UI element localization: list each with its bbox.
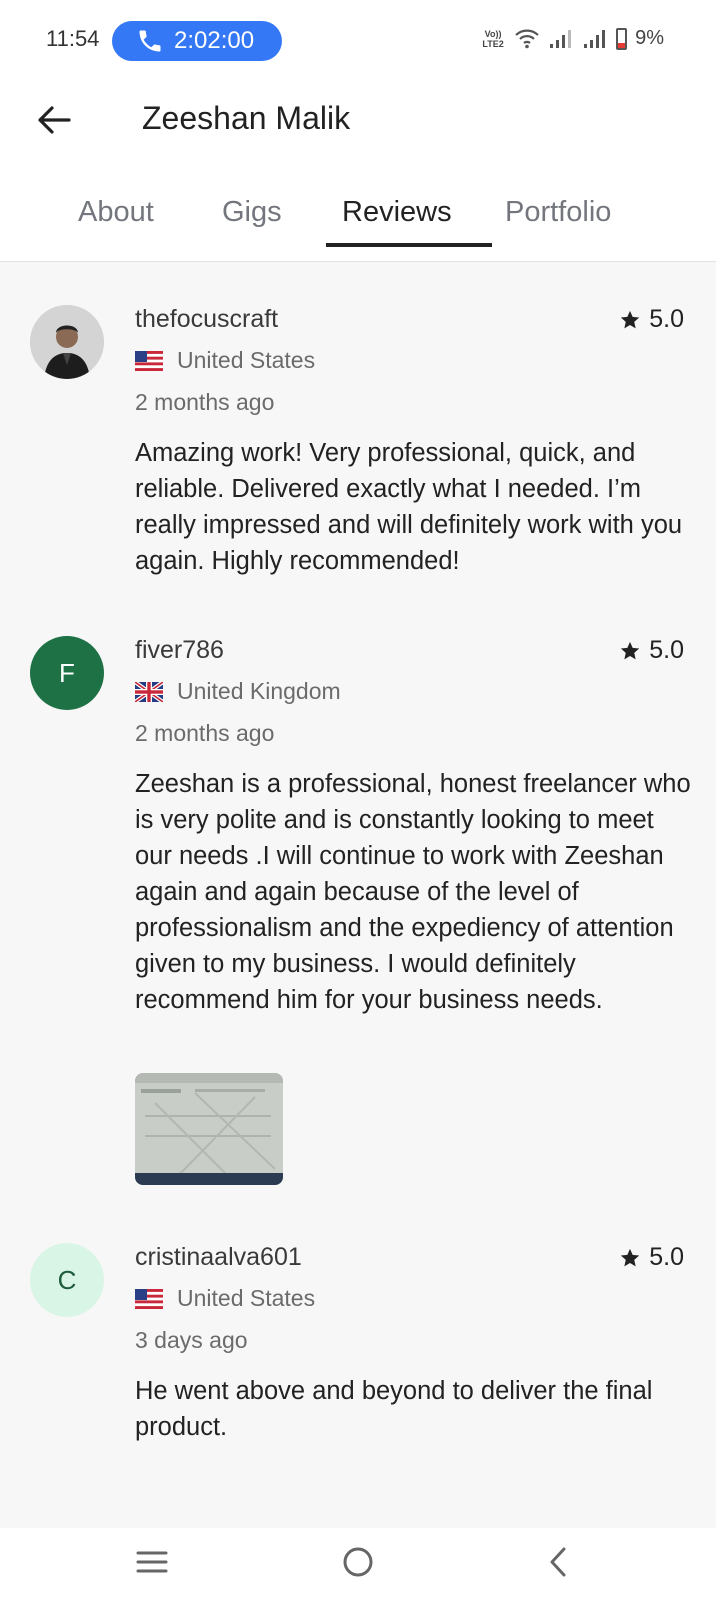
ongoing-call-pill[interactable]: 2:02:00: [112, 21, 282, 61]
rating: 5.0: [619, 305, 684, 334]
reviewer-country: United States: [135, 347, 315, 374]
country-name: United States: [177, 347, 316, 373]
review-text: He went above and beyond to deliver the …: [135, 1377, 653, 1441]
nav-back-button[interactable]: [534, 1542, 582, 1582]
call-timer: 2:02:00: [174, 27, 255, 54]
avatar-initial: C: [57, 1264, 77, 1295]
profile-header: Zeeshan Malik About Gigs Reviews Portfol…: [0, 80, 716, 262]
tab-portfolio[interactable]: Portfolio: [505, 196, 611, 229]
avatar[interactable]: [30, 305, 104, 379]
wifi-icon: [515, 29, 539, 48]
page-title: Zeeshan Malik: [142, 100, 351, 136]
signal-icon: [584, 29, 606, 48]
review-text: Zeeshan is a professional, honest freela…: [135, 770, 691, 1014]
tab-gigs[interactable]: Gigs: [222, 196, 282, 229]
star-icon: [621, 310, 640, 328]
volte-label: Vo)): [484, 28, 502, 39]
back-icon: [550, 1547, 566, 1577]
user-photo: [30, 305, 104, 379]
rating-value: 5.0: [649, 1243, 684, 1271]
country-name: United States: [177, 1285, 316, 1311]
rating-value: 5.0: [649, 636, 684, 664]
reviewer-country: United Kingdom: [135, 678, 341, 705]
country-name: United Kingdom: [177, 678, 341, 704]
volte-indicator: Vo)) LTE2: [480, 29, 506, 49]
avatar[interactable]: C: [30, 1243, 104, 1317]
back-button[interactable]: [30, 100, 78, 140]
reviewer-country: United States: [135, 1285, 315, 1312]
signal-icon: [550, 29, 572, 48]
reviewer-name[interactable]: cristinaalva601: [135, 1243, 302, 1272]
phone-icon: [139, 30, 161, 52]
system-navigation-bar: [0, 1528, 716, 1600]
home-button[interactable]: [334, 1542, 382, 1582]
tab-reviews[interactable]: Reviews: [342, 196, 452, 229]
profile-tabs: About Gigs Reviews Portfolio: [0, 170, 716, 262]
review-date: 3 days ago: [135, 1327, 248, 1353]
rating: 5.0: [619, 636, 684, 665]
status-time: 11:54: [46, 26, 100, 51]
us-flag-icon: [135, 1288, 163, 1309]
arrow-left-icon: [38, 106, 71, 134]
us-flag-icon: [135, 350, 163, 371]
rating-value: 5.0: [649, 305, 684, 333]
star-icon: [621, 641, 640, 659]
uk-flag-icon: [135, 681, 163, 702]
avatar-initial: F: [59, 657, 75, 688]
recent-apps-icon: [136, 1551, 168, 1573]
rating: 5.0: [619, 1243, 684, 1272]
star-icon: [621, 1248, 640, 1266]
active-tab-indicator: [326, 243, 492, 247]
home-icon: [343, 1547, 373, 1577]
reviewer-name[interactable]: thefocuscraft: [135, 305, 278, 334]
review-date: 2 months ago: [135, 389, 275, 415]
lte-label: LTE2: [482, 38, 504, 49]
recent-apps-button[interactable]: [128, 1542, 176, 1582]
attachment-image: [135, 1073, 283, 1185]
review-text: Amazing work! Very professional, quick, …: [135, 439, 683, 575]
reviewer-name[interactable]: fiver786: [135, 636, 224, 665]
battery-percentage: 9%: [635, 27, 664, 49]
review-attachment-thumbnail[interactable]: [135, 1073, 283, 1185]
status-indicators: Vo)) LTE2 9%: [480, 27, 664, 50]
tab-about[interactable]: About: [78, 196, 154, 229]
review-date: 2 months ago: [135, 720, 275, 746]
battery-icon: [616, 27, 628, 50]
avatar[interactable]: F: [30, 636, 104, 710]
status-bar: 11:54 2:02:00 Vo)) LTE2 9%: [0, 0, 716, 80]
